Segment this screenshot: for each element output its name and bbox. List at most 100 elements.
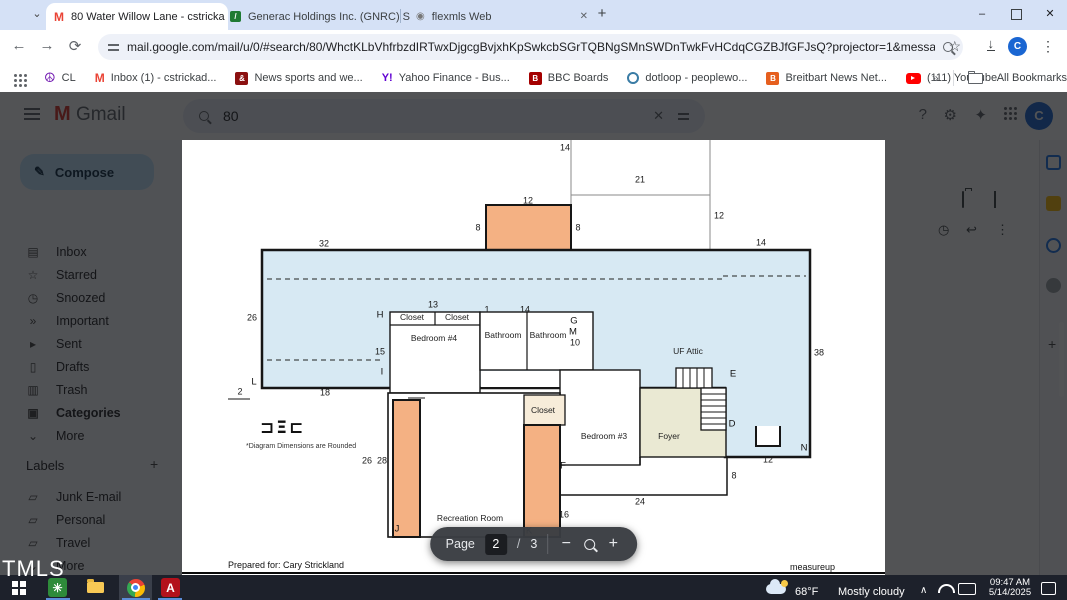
bookmarks-overflow-icon[interactable]: » — [932, 71, 939, 85]
taskbar-clock[interactable]: 09:47 AM 5/14/2025 — [985, 578, 1035, 598]
zoom-out-button[interactable]: − — [558, 535, 574, 553]
yahoo-icon: Y! — [382, 72, 393, 84]
floorplan-label: Closet — [531, 406, 555, 415]
close-window-button[interactable]: ✕ — [1033, 0, 1067, 30]
tab-gmail[interactable]: M 80 Water Willow Lane - cstricka ✕ — [46, 3, 228, 30]
floorplan-label: 8 — [731, 472, 736, 481]
back-button[interactable]: ← — [8, 37, 30, 54]
bookmark-star-icon[interactable]: ☆ — [948, 38, 961, 55]
browser-profile-avatar[interactable]: C — [1008, 37, 1027, 56]
page-separator: / — [517, 537, 520, 551]
minimize-button[interactable]: – — [965, 0, 999, 30]
file-explorer-icon[interactable] — [86, 578, 105, 597]
floorplan-label: 12 — [523, 197, 533, 206]
tab-divider — [400, 9, 401, 23]
bbc-icon: B — [529, 72, 542, 85]
bookmark-item[interactable]: ☮ CL — [44, 70, 76, 86]
tab-close-icon[interactable]: ✕ — [580, 11, 588, 22]
floorplan-label: F — [560, 461, 566, 471]
brand-text: measureup — [790, 562, 835, 572]
floorplan-label: 24 — [635, 498, 645, 507]
floorplan-label: I — [381, 367, 384, 377]
floorplan-label: 21 — [635, 176, 645, 185]
apps-grid-icon[interactable] — [14, 74, 17, 77]
floorplan-label: 28 — [377, 457, 387, 466]
chrome-taskbar-icon[interactable] — [126, 578, 145, 597]
page-number-input[interactable]: 2 — [485, 534, 507, 555]
reload-button[interactable]: ⟳ — [64, 37, 86, 55]
all-bookmarks-label[interactable]: All Bookmarks — [997, 72, 1067, 84]
floorplan-label: 12 — [714, 212, 724, 221]
floorplan-label: L — [251, 377, 256, 387]
floorplan-label: UF Attic — [673, 347, 703, 356]
floorplan-label: H — [377, 310, 384, 320]
url-text[interactable]: mail.google.com/mail/u/0/#search/80/Whct… — [127, 40, 935, 54]
address-bar-row: ← → ⟳ mail.google.com/mail/u/0/#search/8… — [0, 30, 1067, 64]
floorplan-label: 38 — [814, 349, 824, 358]
floorplan-label: Closet — [400, 313, 424, 322]
bookmark-item[interactable]: M Inbox (1) - cstrickad... — [95, 71, 217, 85]
address-bar[interactable]: mail.google.com/mail/u/0/#search/80/Whct… — [98, 34, 963, 60]
prepared-for-text: Prepared for: Cary Strickland — [228, 560, 344, 570]
floorplan-label: 26 — [362, 457, 372, 466]
youtube-icon — [906, 73, 921, 84]
bookmark-item[interactable]: Y! Yahoo Finance - Bus... — [382, 72, 510, 84]
tab-generac[interactable]: / Generac Holdings Inc. (GNRC) S ✕ — [222, 3, 410, 30]
weather-icon[interactable] — [766, 584, 786, 594]
bookmark-label: BBC Boards — [548, 72, 609, 84]
zoom-in-button[interactable]: + — [605, 535, 621, 553]
floorplan-label: E — [730, 369, 736, 379]
acrobat-taskbar-icon[interactable]: A — [161, 578, 180, 597]
bookmark-label: Breitbart News Net... — [785, 72, 886, 84]
browser-menu-icon[interactable]: ⋮ — [1041, 38, 1055, 55]
dotloop-icon — [627, 72, 639, 84]
breitbart-icon: B — [766, 72, 779, 85]
floorplan-label: 14 — [560, 144, 570, 153]
bookmark-item[interactable]: dotloop - peoplewo... — [627, 72, 747, 84]
floorplan-logo: ⊐Ξ⊏ — [260, 418, 305, 438]
flexmls-taskbar-icon[interactable]: ✳ — [48, 578, 67, 597]
zoom-icon[interactable] — [584, 539, 595, 550]
start-button[interactable] — [12, 581, 18, 587]
tray-expand-icon[interactable]: ∧ — [920, 585, 927, 596]
floorplan-label: 10 — [570, 339, 580, 348]
tab-search-icon[interactable]: ⌄ — [28, 6, 46, 24]
action-center-icon[interactable] — [1041, 582, 1056, 595]
floorplan-label: 8 — [575, 224, 580, 233]
all-bookmarks-folder-icon — [968, 73, 983, 84]
bookmark-label: Inbox (1) - cstrickad... — [111, 72, 217, 84]
page-total: 3 — [530, 537, 537, 551]
tab-label: Generac Holdings Inc. (GNRC) S — [248, 11, 410, 23]
tab-flexmls[interactable]: ◉ flexmls Web ✕ — [408, 3, 596, 30]
forward-button[interactable]: → — [36, 37, 58, 54]
bookmark-item[interactable]: B BBC Boards — [529, 72, 609, 85]
floorplan-label: Closet — [445, 313, 469, 322]
floorplan-label: Recreation Room — [437, 514, 503, 523]
floorplan-label: 12 — [763, 456, 773, 465]
bookmark-label: dotloop - peoplewo... — [645, 72, 747, 84]
touch-keyboard-icon[interactable] — [958, 583, 976, 595]
site-settings-icon[interactable] — [108, 44, 119, 46]
bookmark-item[interactable]: & News sports and we... — [235, 72, 362, 85]
floorplan-label: J — [395, 524, 400, 534]
floorplan-label: M — [569, 327, 577, 337]
screen: ⌄ M 80 Water Willow Lane - cstricka ✕ / … — [0, 0, 1067, 600]
bookmark-item[interactable]: B Breitbart News Net... — [766, 72, 886, 85]
generac-icon: / — [230, 11, 241, 22]
tab-label: flexmls Web — [432, 11, 492, 23]
gmail-icon: M — [54, 10, 64, 24]
floorplan-label: 14 — [520, 306, 530, 315]
floorplan-label: 13 — [428, 301, 438, 310]
flexmls-icon: ◉ — [416, 11, 425, 22]
floorplan-label: 16 — [559, 511, 569, 520]
restore-button[interactable] — [999, 0, 1033, 30]
page-label: Page — [446, 537, 475, 551]
divider — [953, 70, 954, 86]
gmail-icon: M — [95, 71, 105, 85]
toolbar-divider — [547, 534, 548, 554]
downloads-icon[interactable]: ↓ — [987, 37, 996, 51]
new-tab-button[interactable]: + — [592, 5, 612, 22]
weather-temp[interactable]: 68°F — [795, 586, 818, 598]
weather-condition[interactable]: Mostly cloudy — [838, 586, 905, 598]
floorplan-label: N — [801, 443, 808, 453]
